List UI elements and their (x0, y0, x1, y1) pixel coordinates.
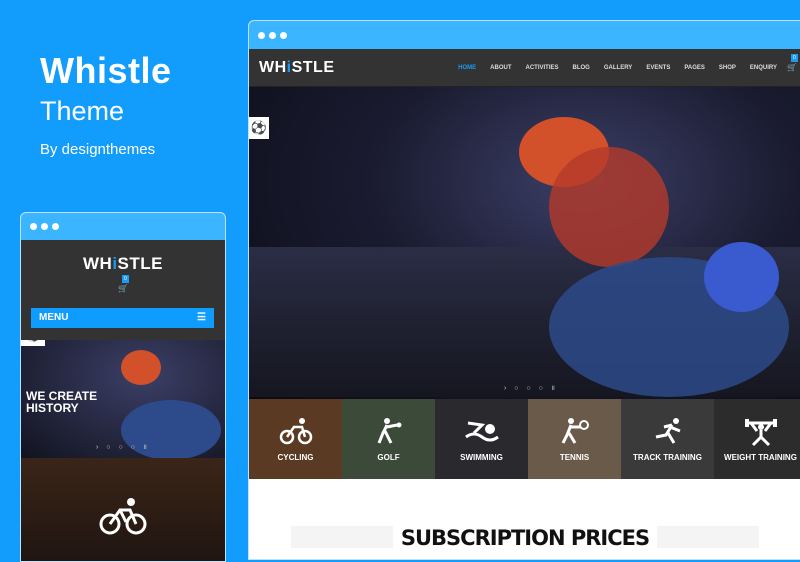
activity-label: CYCLING (277, 452, 314, 462)
mobile-activity-tile[interactable] (21, 458, 225, 561)
slider-pagination[interactable]: › ○ ○ ○ ॥ (504, 384, 558, 393)
golf-icon (377, 417, 401, 444)
activity-cycling[interactable]: CYCLING (249, 399, 342, 479)
activity-label: SWIMMING (460, 452, 503, 462)
running-icon (655, 417, 681, 444)
section-title: SUBSCRIPTION PRICES (392, 526, 658, 550)
cart-badge: 0 (122, 275, 129, 283)
brand-title: Whistle (40, 50, 172, 91)
menu-label: MENU (39, 312, 69, 323)
brand-block: Whistle Theme By designthemes (40, 50, 172, 158)
mobile-hero: ⚽ WE CREATE HISTORY › ○ ○ ○ ॥ (21, 340, 225, 458)
section-heading-bg: SUBSCRIPTION PRICES (291, 526, 759, 550)
menu-item-activities[interactable]: ACTIVITIES (526, 65, 559, 71)
menu-item-shop[interactable]: SHOP (719, 65, 736, 71)
swimming-icon (464, 421, 499, 441)
logo[interactable]: WHiSTLE (21, 254, 225, 274)
soccer-ball-icon[interactable]: ⚽ (21, 340, 45, 346)
tennis-icon (561, 417, 589, 444)
hero-slider: ⚽ › ○ ○ ○ ॥ (249, 87, 800, 399)
activity-label: TRACK TRAINING (633, 452, 702, 462)
activity-weight-training[interactable]: WEIGHT TRAINING (714, 399, 800, 479)
hero-text: WE CREATE HISTORY (26, 389, 98, 415)
mobile-menu-button[interactable]: MENU ☰ (31, 308, 214, 328)
activities-strip: CYCLING GOLF SWIMMING TENNIS TRACK TRAINING W… (249, 399, 800, 479)
menu-item-about[interactable]: ABOUT (490, 65, 511, 71)
brand-subtitle: Theme (40, 96, 125, 126)
cycling-icon (279, 417, 312, 444)
menu-item-pages[interactable]: PAGES (684, 65, 705, 71)
cart-badge: 0 (791, 54, 798, 62)
main-menu: HOME ABOUT ACTIVITIES BLOG GALLERY EVENTS PAGE… (458, 65, 777, 71)
desktop-window: WHiSTLE HOME ABOUT ACTIVITIES BLOG GALLERY EV… (248, 20, 800, 560)
cycling-icon (99, 498, 147, 535)
activity-track-training[interactable]: TRACK TRAINING (621, 399, 714, 479)
activity-swimming[interactable]: SWIMMING (435, 399, 528, 479)
activity-label: WEIGHT TRAINING (724, 452, 797, 462)
window-titlebar (21, 213, 225, 240)
mobile-header: WHiSTLE 🛒 0 MENU ☰ (21, 240, 225, 340)
activity-golf[interactable]: GOLF (342, 399, 435, 479)
menu-item-blog[interactable]: BLOG (573, 65, 590, 71)
menu-item-events[interactable]: EVENTS (646, 65, 670, 71)
window-titlebar (249, 21, 800, 49)
activity-label: GOLF (377, 452, 400, 462)
menu-item-home[interactable]: HOME (458, 65, 476, 71)
activity-label: TENNIS (559, 452, 590, 462)
site-header: WHiSTLE HOME ABOUT ACTIVITIES BLOG GALLERY EV… (249, 49, 800, 87)
brand-byline: By designthemes (40, 141, 156, 158)
menu-item-gallery[interactable]: GALLERY (604, 65, 632, 71)
mobile-window: WHiSTLE 🛒0 MENU ☰ ⚽ WE CREATE HISTORY › ○… (20, 212, 226, 562)
cart-icon[interactable]: 🛒 0 (118, 275, 129, 293)
weightlifting-icon (744, 418, 777, 446)
soccer-ball-icon[interactable]: ⚽ (249, 117, 269, 139)
hamburger-icon: ☰ (197, 312, 206, 323)
activity-tennis[interactable]: TENNIS (528, 399, 621, 479)
menu-item-enquiry[interactable]: ENQUIRY (750, 65, 777, 71)
cart-icon[interactable]: 🛒 0 (787, 54, 798, 72)
slider-pagination[interactable]: › ○ ○ ○ ॥ (96, 443, 150, 452)
logo[interactable]: WHiSTLE (259, 59, 335, 77)
